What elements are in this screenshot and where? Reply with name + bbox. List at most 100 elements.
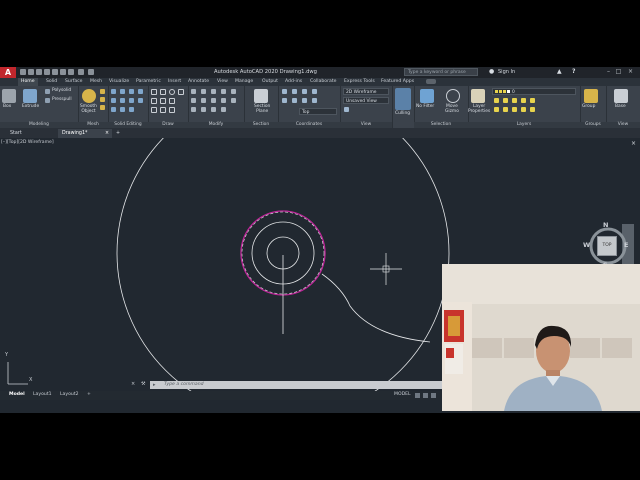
section-plane-button[interactable]: Section Plane — [254, 104, 270, 114]
new-icon[interactable] — [20, 69, 26, 75]
union-icon[interactable] — [111, 89, 116, 94]
close-tab-icon[interactable]: × — [105, 129, 109, 138]
ortho-icon[interactable] — [431, 393, 436, 398]
navcube-top[interactable]: TOP — [597, 236, 617, 256]
tab-layout2[interactable]: Layout2 — [60, 392, 79, 397]
tab-annotate[interactable]: Annotate — [188, 79, 209, 84]
solid-edit-icon[interactable] — [129, 89, 134, 94]
tab-output[interactable]: Output — [262, 79, 278, 84]
layer-tool-icon[interactable] — [494, 107, 499, 112]
tab-drawing1[interactable]: Drawing1* × — [58, 129, 112, 138]
circle-icon[interactable] — [169, 89, 175, 95]
section-plane-icon[interactable] — [254, 89, 268, 103]
tab-solid[interactable]: Solid — [46, 79, 57, 84]
tab-featured-apps[interactable]: Featured Apps — [381, 79, 414, 84]
user-icon[interactable]: ● — [489, 68, 494, 75]
solid-edit-icon[interactable] — [138, 98, 143, 103]
no-filter-icon[interactable] — [420, 89, 434, 103]
command-input[interactable]: Type a command — [164, 382, 204, 387]
extrude-button[interactable]: Extrude — [22, 104, 39, 109]
layer-tool-icon[interactable] — [512, 107, 517, 112]
no-filter-button[interactable]: No Filter — [416, 104, 434, 109]
rectangle-icon[interactable] — [151, 98, 157, 104]
arc-icon[interactable] — [178, 89, 184, 95]
new-tab-button[interactable]: + — [112, 129, 124, 138]
modify-icon[interactable] — [231, 89, 236, 94]
solid-edit-icon[interactable] — [120, 107, 125, 112]
layer-tool-icon[interactable] — [503, 107, 508, 112]
modify-icon[interactable] — [231, 98, 236, 103]
open-icon[interactable] — [28, 69, 34, 75]
copy-icon[interactable] — [191, 98, 196, 103]
ucs-icon[interactable] — [302, 98, 307, 103]
tab-parametric[interactable]: Parametric — [136, 79, 161, 84]
command-settings-icon[interactable]: ⚒ — [141, 381, 145, 387]
spline-icon[interactable] — [151, 107, 157, 113]
trim-icon[interactable] — [211, 89, 216, 94]
layer-tool-icon[interactable] — [503, 98, 508, 103]
rotate-icon[interactable] — [201, 89, 206, 94]
presspull-button[interactable]: Presspull — [52, 97, 72, 102]
polygon-icon[interactable] — [160, 107, 166, 113]
move-gizmo-button[interactable]: Move Gizmo — [445, 104, 459, 114]
add-layout-button[interactable]: + — [87, 392, 91, 397]
tab-start[interactable]: Start — [6, 129, 26, 138]
solid-edit-icon[interactable] — [138, 89, 143, 94]
subtract-icon[interactable] — [111, 98, 116, 103]
group-icon[interactable] — [584, 89, 598, 103]
erase-icon[interactable] — [221, 89, 226, 94]
move-gizmo-icon[interactable] — [446, 89, 460, 103]
ucs-icon[interactable] — [312, 89, 317, 94]
layer-tool-icon[interactable] — [494, 98, 499, 103]
tab-express-tools[interactable]: Express Tools — [344, 79, 375, 84]
ucs-icon[interactable] — [282, 98, 287, 103]
ucs-icon[interactable] — [312, 98, 317, 103]
snap-icon[interactable] — [423, 393, 428, 398]
extrude-icon[interactable] — [23, 89, 37, 103]
tab-layout1[interactable]: Layout1 — [33, 392, 52, 397]
polysolid-icon[interactable] — [45, 89, 50, 94]
solid-edit-icon[interactable] — [120, 98, 125, 103]
autodesk-app-icon[interactable]: ▲ — [557, 68, 562, 75]
restore-icon[interactable]: □ — [614, 68, 623, 76]
stretch-icon[interactable] — [191, 107, 196, 112]
ribbon-toggle-icon[interactable] — [426, 79, 436, 84]
grid-icon[interactable] — [415, 393, 420, 398]
viewport-controls[interactable]: [–][Top][2D Wireframe] — [1, 140, 54, 145]
visual-style-dropdown[interactable]: 2D Wireframe — [343, 88, 389, 95]
model-space-toggle[interactable]: MODEL — [394, 392, 411, 397]
autocad-logo[interactable]: A — [0, 67, 16, 78]
compass-north[interactable]: N — [603, 221, 608, 229]
solid-edit-icon[interactable] — [129, 107, 134, 112]
saved-view-dropdown[interactable]: Unsaved View — [343, 97, 389, 104]
mesh-tool-icon[interactable] — [100, 105, 105, 110]
line-icon[interactable] — [151, 89, 157, 95]
tab-manage[interactable]: Manage — [235, 79, 253, 84]
presspull-icon[interactable] — [45, 98, 50, 103]
tab-collaborate[interactable]: Collaborate — [310, 79, 336, 84]
tab-visualize[interactable]: Visualize — [109, 79, 129, 84]
ucs-icon[interactable] — [292, 89, 297, 94]
ucs-icon[interactable] — [292, 98, 297, 103]
tab-mesh[interactable]: Mesh — [90, 79, 102, 84]
mirror-icon[interactable] — [201, 98, 206, 103]
close-icon[interactable]: × — [626, 68, 635, 76]
layer-dropdown[interactable]: 0 — [492, 88, 576, 95]
base-view-icon[interactable] — [614, 89, 628, 103]
array-icon[interactable] — [211, 107, 216, 112]
undo-icon[interactable] — [78, 69, 84, 75]
explode-icon[interactable] — [221, 98, 226, 103]
minimize-icon[interactable]: – — [604, 68, 613, 76]
ucs-icon[interactable] — [282, 89, 287, 94]
polyline-icon[interactable] — [160, 89, 166, 95]
layer-tool-icon[interactable] — [512, 98, 517, 103]
tangent-arc[interactable] — [321, 273, 431, 343]
solid-edit-icon[interactable] — [129, 98, 134, 103]
smooth-object-icon[interactable] — [82, 89, 96, 103]
tab-home[interactable]: Home — [18, 78, 38, 86]
mesh-tool-icon[interactable] — [100, 97, 105, 102]
layer-properties-icon[interactable] — [471, 89, 485, 103]
point-icon[interactable] — [169, 107, 175, 113]
sign-in-link[interactable]: Sign In — [498, 69, 515, 75]
ellipse-icon[interactable] — [160, 98, 166, 104]
